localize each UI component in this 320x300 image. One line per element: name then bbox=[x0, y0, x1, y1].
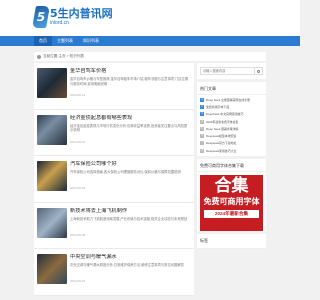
article-summary: 上海新技术助力飞机制造领域发展,产业布局与技术突破,相关企业动态与未来规划 bbox=[70, 216, 188, 221]
nav-item-knowledge[interactable]: 知识列表 bbox=[78, 36, 104, 46]
article-item[interactable]: 中央空调与暖气漏水 中央空调与暖气漏水原因分析,日常维护保养方法,维修注意事项与… bbox=[34, 249, 194, 296]
logo-mark-icon: 5 bbox=[32, 6, 50, 28]
ad-headline: 合集 bbox=[214, 176, 249, 197]
rank-badge: 8 bbox=[200, 148, 204, 153]
site-header: 5 5生内普讯网 inlord.cn bbox=[0, 0, 300, 36]
ad-subheadline: 免费可商用字体 bbox=[203, 197, 260, 207]
rank-badge: 1 bbox=[200, 97, 204, 102]
site-domain: inlord.cn bbox=[50, 20, 69, 26]
search-icon bbox=[257, 69, 260, 73]
rank-badge: 6 bbox=[200, 134, 204, 139]
article-date: 2024-05-10 bbox=[70, 139, 86, 144]
article-list: 金华自驾车价格 金华自驾车价格与车型推荐,金华自驾租车市场介绍,租车流程与注意事… bbox=[34, 63, 194, 296]
article-summary: 汽车保险公司选择指南,各大保险公司理赔服务对比,保费价格与保障范围说明 bbox=[70, 170, 181, 174]
list-item[interactable]: 6 Deepseek模型本地安装 bbox=[200, 132, 263, 139]
article-item[interactable]: 经济金债起息都有哪些表现 经济金债起息表现与市场行情变化分析,债券收益率走势,投… bbox=[34, 109, 194, 156]
article-date: 2024-05-08 bbox=[70, 232, 86, 237]
article-summary: 金华自驾车价格与车型推荐,金华自驾租车市场介绍,租车流程与注意事项,门店位置与服… bbox=[70, 77, 189, 86]
home-icon[interactable] bbox=[37, 54, 41, 59]
rank-badge: 4 bbox=[200, 119, 204, 124]
article-title[interactable]: 金华自驾车价格 bbox=[70, 68, 190, 75]
article-summary: 中央空调与暖气漏水原因分析,日常维护保养方法,维修注意事项与常见问题解答 bbox=[70, 263, 184, 267]
article-thumbnail[interactable] bbox=[37, 68, 67, 98]
ad-tagline: 2024年最新合集 bbox=[204, 210, 259, 219]
search-input[interactable] bbox=[200, 67, 255, 75]
article-thumbnail[interactable] bbox=[37, 207, 67, 238]
list-item[interactable]: 3 DeepSeek 中文官网使用技巧 bbox=[200, 111, 263, 118]
article-summary: 经济金债起息表现与市场行情变化分析,债券收益率走势,投资者关注要点与风险提示说明 bbox=[70, 123, 188, 133]
article-item[interactable]: 汽车保险公司哪个好 汽车保险公司选择指南,各大保险公司理赔服务对比,保费价格与保… bbox=[34, 156, 194, 203]
sidebar: 热门文章 1Deep Seek 全能部署官网在线手册 2免费商用字体下载 3De… bbox=[197, 63, 266, 250]
article-thumbnail[interactable] bbox=[37, 114, 67, 145]
rank-badge: 7 bbox=[200, 141, 204, 146]
nav-item-topics[interactable]: 主题列表 bbox=[52, 36, 78, 46]
article-thumbnail[interactable] bbox=[37, 254, 67, 284]
article-title[interactable]: 经济金债起息都有哪些表现 bbox=[70, 115, 190, 122]
article-title[interactable]: 汽车保险公司哪个好 bbox=[70, 161, 190, 168]
font-ad-banner[interactable]: 合集 免费可商用字体 2024年最新合集 bbox=[200, 175, 263, 232]
article-title[interactable]: 中央空调与暖气漏水 bbox=[70, 254, 190, 261]
article-title[interactable]: 新技术将去上海飞机制作 bbox=[70, 208, 190, 215]
nav-item-home[interactable]: 首页 bbox=[34, 36, 52, 46]
tags-title: 标签 bbox=[197, 234, 266, 250]
rank-badge: 5 bbox=[200, 126, 204, 131]
search-box bbox=[197, 63, 266, 79]
article-item[interactable]: 新技术将去上海飞机制作 上海新技术助力飞机制造领域发展,产业布局与技术突破,相关… bbox=[34, 202, 194, 249]
hot-articles-box: 热门文章 1 Deep Seek 全能部署官网在线手册 2 免费商用字体下载 3 De… bbox=[197, 82, 266, 157]
hot-articles-title: 热门文章 bbox=[197, 82, 266, 95]
rank-badge: 3 bbox=[200, 112, 204, 117]
site-logo[interactable]: 5 5生内普讯网 inlord.cn bbox=[32, 6, 113, 28]
site-title: 5生内普讯网 bbox=[50, 7, 113, 20]
article-date: 2024-05-11 bbox=[70, 93, 86, 97]
list-item[interactable]: 2 免费商用字体下载 bbox=[200, 103, 263, 110]
article-date: 2024-05-09 bbox=[70, 186, 86, 190]
article-thumbnail[interactable] bbox=[37, 161, 67, 191]
breadcrumb: 当前位置:主页 > 知识列表 bbox=[34, 52, 266, 61]
search-button[interactable] bbox=[255, 67, 263, 75]
list-item[interactable]: 1 Deep Seek 全能部署官网在线手册 bbox=[200, 96, 263, 103]
list-item[interactable]: 8 Deepseek使用技巧大全 bbox=[200, 147, 263, 154]
list-item[interactable]: 7 Deepseek官方下载地址 bbox=[200, 140, 263, 147]
list-item[interactable]: 5 Deep Seek 部署步骤详解 bbox=[200, 125, 263, 132]
ad-section-title[interactable]: 免费可商用字体合集下载 bbox=[197, 159, 266, 173]
main-nav: 首页 主题列表 知识列表 bbox=[0, 36, 300, 46]
article-item[interactable]: 金华自驾车价格 金华自驾车价格与车型推荐,金华自驾租车市场介绍,租车流程与注意事… bbox=[34, 63, 194, 110]
breadcrumb-text: 当前位置:主页 > 知识列表 bbox=[43, 54, 85, 58]
ad-box: 免费可商用字体合集下载 合集 免费可商用字体 2024年最新合集 bbox=[197, 159, 266, 232]
rank-badge: 2 bbox=[200, 104, 204, 109]
list-item[interactable]: 4 2024年最新免费字体合集 bbox=[200, 118, 263, 125]
article-date: 2024-05-07 bbox=[70, 279, 86, 283]
